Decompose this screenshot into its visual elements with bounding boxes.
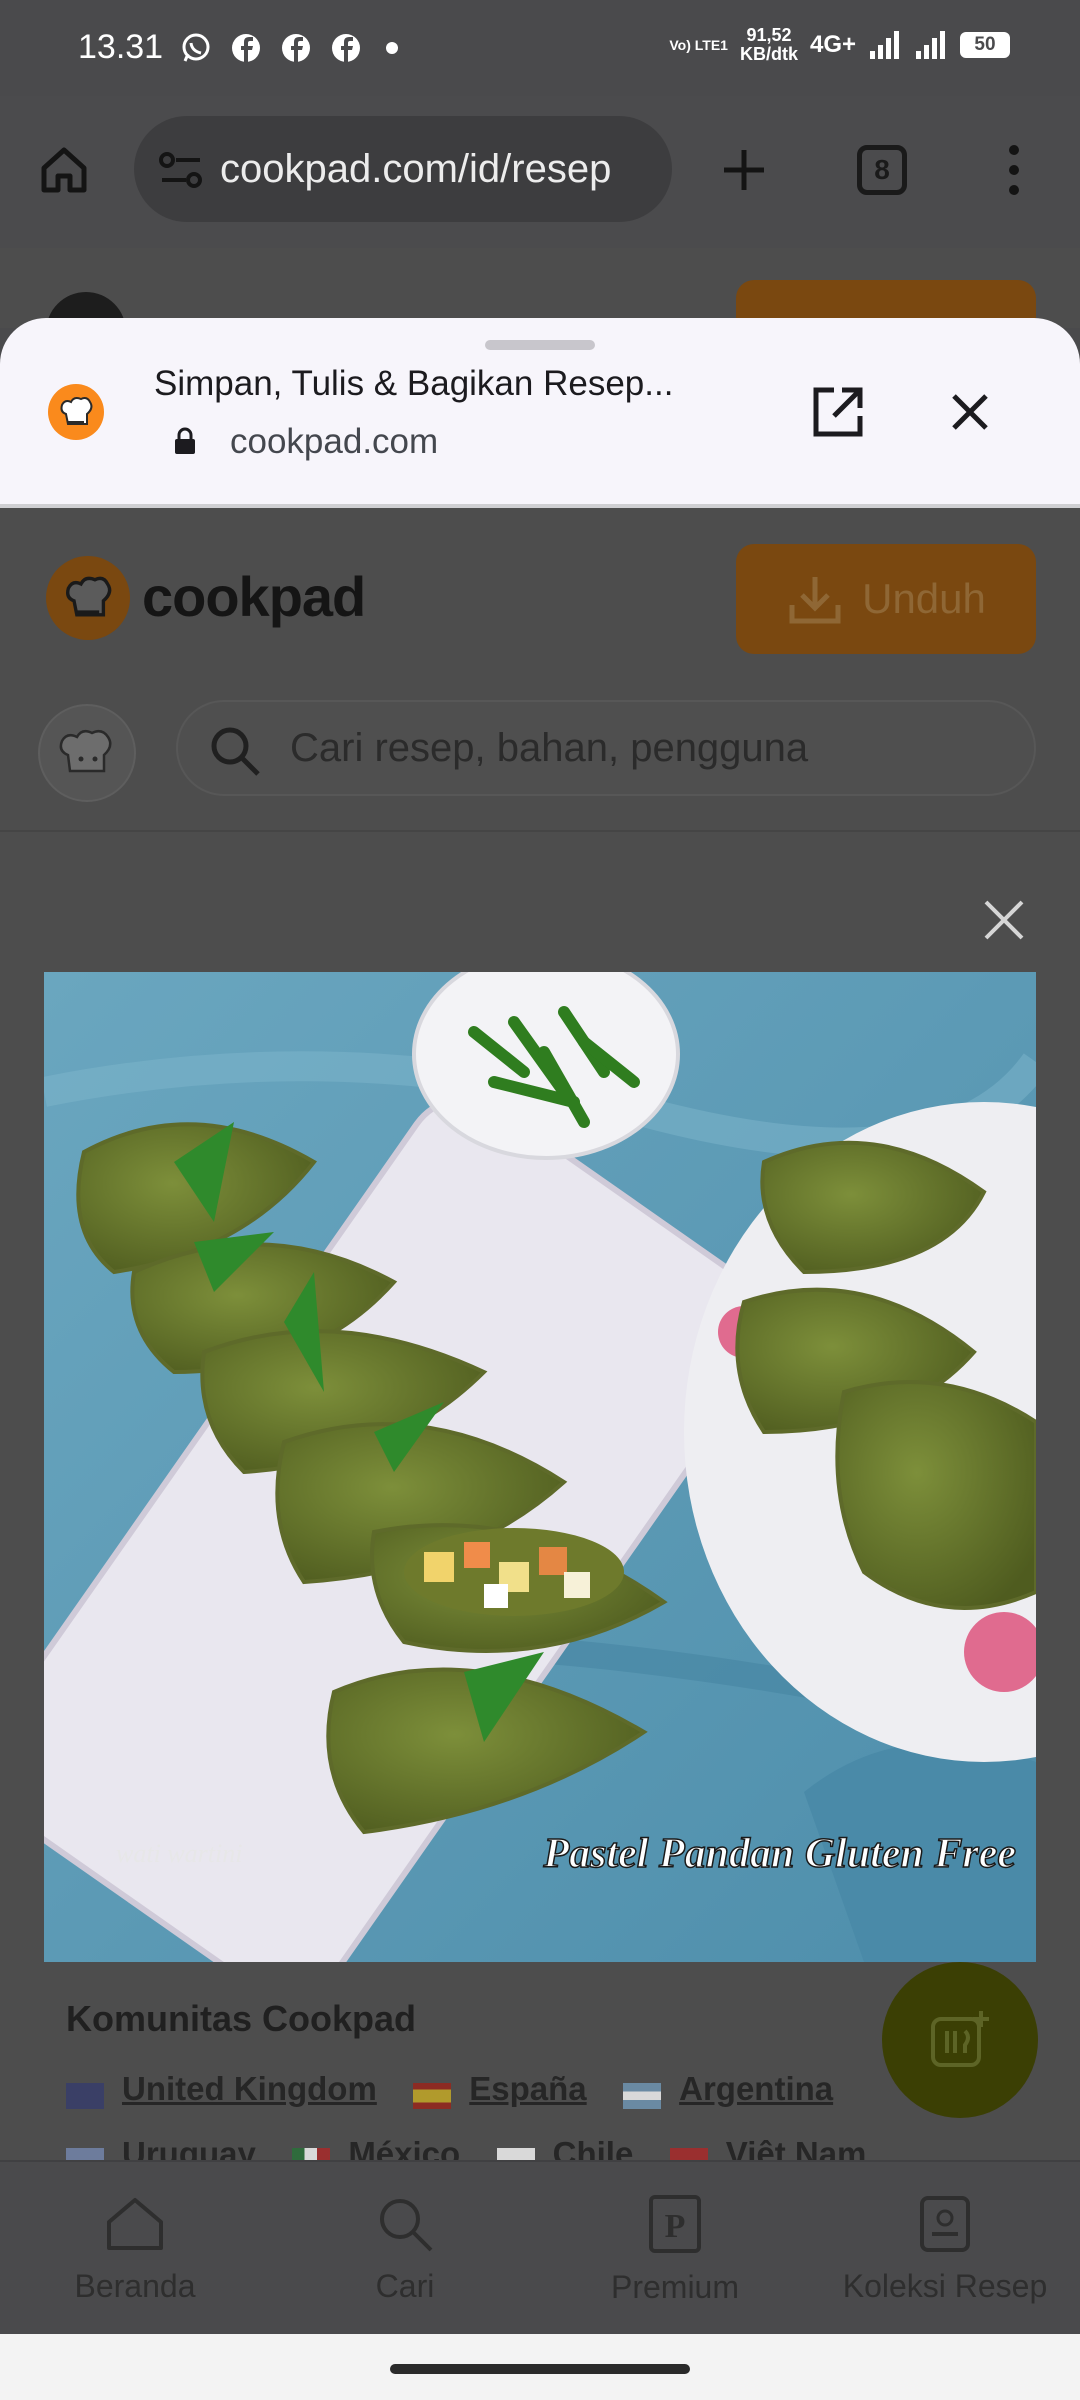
header-divider [0,830,1080,832]
add-recipe-icon [931,2011,989,2067]
flag-ar-icon [623,2082,662,2109]
nav-premium-label: Premium [610,2268,739,2305]
close-sheet-button[interactable] [930,372,1010,452]
add-recipe-fab[interactable] [882,1962,1038,2118]
nav-home-label: Beranda [74,2267,196,2304]
status-time: 13.31 [78,28,164,66]
page-content: cookpad Unduh Cari resep, bahan, penggun… [0,508,1080,2334]
premium-icon: P [649,2194,701,2253]
country-link-cl[interactable]: Chile [553,2135,634,2161]
download-label: Unduh [862,575,986,622]
country-link-es[interactable]: España [469,2070,586,2107]
photo-caption: Pastel Pandan Gluten Free [542,1831,1016,1877]
search-icon [211,727,260,776]
whatsapp-icon [182,33,210,62]
close-icon [952,394,988,430]
recipe-photo-illustration: wati wartini Pastel Pandan Gluten Free [44,972,1036,1962]
svg-text:P: P [665,2208,686,2245]
flag-vn-icon [669,2147,708,2161]
brand-wordmark: cookpad [142,565,366,628]
home-gesture-bar[interactable] [390,2364,690,2374]
bottom-navigation: Beranda Cari P Premium Koleksi Resep [0,2160,1080,2334]
country-link-uy[interactable]: Uruguay [122,2135,256,2161]
nav-recipe-collection-label: Koleksi Resep [842,2267,1048,2304]
new-tab-button[interactable] [704,130,784,210]
country-link-mx[interactable]: México [348,2135,460,2161]
custom-tab-header: Simpan, Tulis & Bagikan Resep... cookpad… [0,318,1080,508]
chef-hat-icon [66,576,112,617]
more-notifications-dot [386,42,398,54]
sheet-title: Simpan, Tulis & Bagikan Resep... [154,364,674,403]
nav-search[interactable]: Cari [270,2162,540,2336]
cookpad-logo[interactable] [46,556,130,640]
signal-icon [870,31,899,59]
signal-icon-2 [916,31,945,59]
battery-icon: 50 [960,32,1010,58]
download-icon [789,577,841,624]
home-button[interactable] [24,130,104,210]
battery-level: 50 [974,34,996,55]
tab-count: 8 [874,154,890,185]
flag-mx-icon [292,2147,331,2161]
countries-row-2: Uruguay México Chile Việt Nam [66,2135,966,2161]
open-in-browser-button[interactable] [798,372,878,452]
status-bar: 13.31 Vo) LTE1 91,52 KB/dtk 4G+ 50 [0,0,1080,96]
search-placeholder: Cari resep, bahan, pengguna [290,725,809,770]
community-section: Komunitas Cookpad United Kingdom España … [66,1998,966,2161]
recipe-photo[interactable]: wati wartini Pastel Pandan Gluten Free [44,972,1036,1962]
gesture-area [0,2334,1080,2400]
nav-premium[interactable]: P Premium [540,2162,810,2336]
flag-cl-icon [496,2147,535,2161]
browser-toolbar: cookpad.com/id/resep 8 [0,96,1080,248]
nav-recipe-collection[interactable]: Koleksi Resep [810,2162,1080,2336]
plus-icon [724,150,764,190]
chef-hat-icon [60,397,93,425]
url-text: cookpad.com/id/resep [220,146,612,191]
url-bar[interactable]: cookpad.com/id/resep [134,116,672,222]
facebook-icon [332,34,360,62]
facebook-icon [232,34,260,62]
country-link-ar[interactable]: Argentina [679,2070,833,2107]
search-icon [380,2198,433,2251]
photo-watermark: wati wartini [116,1839,242,1868]
community-title: Komunitas Cookpad [66,1998,417,2039]
tab-switcher-button[interactable]: 8 [842,130,922,210]
nav-search-label: Cari [375,2267,435,2304]
flag-gb-icon [66,2082,104,2109]
chef-avatar-icon [59,729,112,773]
country-link-gb[interactable]: United Kingdom [122,2070,377,2107]
speed-value: 91,52 [746,25,792,45]
lock-icon [175,427,195,454]
network-type: 4G+ [809,31,856,58]
recipe-book-icon [920,2195,970,2252]
open-external-icon [813,387,863,437]
download-app-button[interactable]: Unduh [736,544,1036,654]
facebook-icon [282,34,310,62]
site-favicon [48,384,104,440]
more-vertical-icon [1009,145,1019,195]
page-peek [0,248,1080,332]
countries-row-1: United Kingdom España Argentina [66,2070,966,2109]
site-settings-icon [159,152,202,188]
drag-handle[interactable] [485,340,595,350]
profile-avatar[interactable] [38,704,136,802]
menu-button[interactable] [974,130,1054,210]
home-icon [41,147,87,193]
home-icon [107,2197,163,2250]
status-right: Vo) LTE1 91,52 KB/dtk 4G+ 50 [669,26,1010,64]
flag-es-icon [413,2082,452,2109]
flag-uy-icon [66,2147,104,2161]
sheet-domain: cookpad.com [230,422,439,461]
speed-unit: KB/dtk [739,44,798,64]
volte-label: Vo) LTE1 [669,37,728,53]
nav-home[interactable]: Beranda [0,2162,270,2336]
country-link-vn[interactable]: Việt Nam [726,2135,867,2161]
search-field[interactable]: Cari resep, bahan, pengguna [176,700,1036,796]
close-modal-icon[interactable] [978,894,1030,946]
